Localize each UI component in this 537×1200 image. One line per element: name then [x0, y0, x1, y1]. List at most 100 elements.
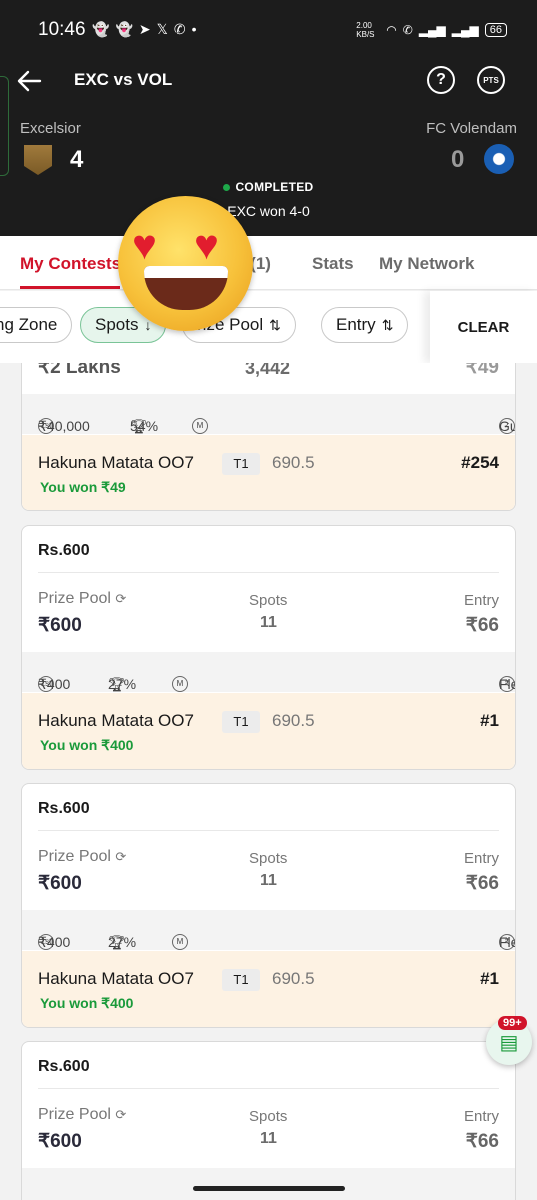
winners-value: 27%	[108, 676, 137, 692]
team-result-row[interactable]: Hakuna Matata OO7 T1 690.5 #1 You won ₹4…	[22, 951, 515, 1027]
contest-info-row: 1st ₹400 🏆︎ 27% M ₹ Flexible	[22, 910, 515, 950]
chat-icon: ▤	[499, 1031, 519, 1054]
wifi-icon: ◠	[386, 23, 397, 37]
snapchat-icon: 👻	[115, 21, 133, 37]
team-left-score: 4	[70, 146, 84, 173]
x-icon: 𝕏	[156, 21, 168, 37]
prize-pool-value: ₹600	[38, 615, 82, 636]
network-speed: 2.00 KB/S	[356, 21, 375, 39]
team-rank: #1	[480, 969, 499, 988]
divider	[38, 572, 499, 573]
mouth	[144, 266, 228, 310]
entry-label: Entry	[463, 592, 499, 609]
spots-value: 3,442	[245, 363, 291, 378]
status-dot-icon	[223, 184, 231, 192]
flexible-prize-icon: ⟳	[115, 591, 127, 606]
flexible-prize-icon: ⟳	[115, 849, 127, 864]
entry-value: ₹66	[465, 615, 499, 636]
first-prize-value: ₹400	[38, 934, 71, 950]
contest-card[interactable]: Rs.600 Prize Pool ⟳ ₹600 Spots 11 Entry …	[21, 1041, 516, 1200]
contest-title: Rs.600	[38, 1058, 90, 1075]
contest-info-row	[22, 1168, 515, 1200]
clear-filters-button[interactable]: CLEAR	[430, 291, 537, 363]
sort-icon: ⇅	[269, 316, 281, 333]
spots-label: Spots	[249, 592, 288, 609]
contest-title: Rs.600	[38, 542, 90, 559]
chat-badge: 99+	[498, 1016, 527, 1030]
winnings: You won ₹400	[40, 995, 134, 1011]
team-rank: #1	[480, 711, 499, 730]
chip-label: Spots	[95, 315, 139, 334]
flexible-prize-icon: ⟳	[115, 1107, 127, 1122]
divider	[38, 1088, 499, 1089]
contest-list: ₹2 Lakhs 3,442 ₹49 1st ₹40,000 🏆︎ 54% M …	[0, 363, 537, 1200]
spots-value: 11	[260, 614, 277, 631]
team-result-row[interactable]: Hakuna Matata OO7 T1 690.5 #1 You won ₹4…	[22, 693, 515, 769]
contest-card[interactable]: Rs.600 Prize Pool ⟳ ₹600 Spots 11 Entry …	[21, 783, 516, 1028]
contest-title: Rs.600	[38, 800, 90, 817]
side-handle	[0, 76, 9, 176]
filter-bar: ng Zone Spots ↓ rize Pool ⇅ Entry ⇅ CLEAR	[0, 291, 537, 363]
prize-pool-value: ₹600	[38, 1131, 82, 1152]
tab-my-contests[interactable]: My Contests	[20, 254, 121, 274]
signal-icon: ▂▄▆	[451, 23, 479, 37]
notification-icons: 👻 👻 ➤ 𝕏 ✆ •	[92, 21, 197, 38]
team-right-name: FC Volendam	[426, 120, 517, 137]
system-icons: 2.00 KB/S ◠ ✆ ▂▄▆ ▂▄▆ 66	[356, 21, 507, 39]
whatsapp-icon: ✆	[173, 21, 186, 37]
first-prize-value: ₹40,000	[38, 418, 90, 434]
filter-chip-entry[interactable]: Entry ⇅	[321, 307, 409, 343]
team-name: Hakuna Matata OO7	[38, 969, 194, 988]
excelsior-logo-icon	[24, 145, 52, 175]
team-points: 690.5	[272, 711, 315, 730]
spots-value: 11	[260, 1130, 277, 1147]
sort-icon: ⇅	[381, 316, 394, 333]
winners-value: 27%	[108, 934, 137, 950]
battery-icon: 66	[484, 23, 507, 37]
match-result: EXC won 4-0	[227, 203, 310, 219]
points-system-icon[interactable]: PTS	[477, 66, 505, 94]
filter-chip-zone[interactable]: ng Zone	[0, 307, 73, 343]
team-tag: T1	[222, 453, 260, 475]
prize-pool-label: Prize Pool ⟳	[38, 848, 127, 865]
match-header: EXC vs VOL ? PTS Excelsior 4 FC Volendam…	[0, 60, 537, 236]
contest-card[interactable]: ₹2 Lakhs 3,442 ₹49 1st ₹40,000 🏆︎ 54% M …	[21, 363, 516, 511]
chip-label: Entry	[336, 315, 376, 334]
clock: 10:46	[38, 19, 86, 40]
help-icon[interactable]: ?	[427, 66, 455, 94]
team-rank: #254	[461, 453, 499, 472]
call-icon: ✆	[402, 23, 413, 37]
page-title: EXC vs VOL	[74, 70, 173, 89]
gesture-bar[interactable]	[193, 1186, 345, 1191]
contest-card[interactable]: Rs.600 Prize Pool ⟳ ₹600 Spots 11 Entry …	[21, 525, 516, 770]
team-right-score: 0	[451, 146, 465, 173]
signal-icon: ▂▄▆	[418, 23, 446, 37]
winnings: You won ₹49	[40, 479, 126, 495]
team-points: 690.5	[272, 969, 315, 988]
telegram-icon: ➤	[138, 21, 151, 37]
team-name: Hakuna Matata OO7	[38, 453, 194, 472]
first-prize-value: ₹400	[38, 676, 71, 692]
heart-eye-icon: ♥	[194, 221, 219, 268]
contest-type-label: Flexible	[499, 676, 515, 692]
tab-stats[interactable]: Stats	[312, 254, 354, 274]
contest-type-label: Flexible	[499, 934, 515, 950]
entry-value: ₹66	[465, 873, 499, 894]
back-arrow-icon[interactable]	[14, 66, 44, 96]
winners-value: 54%	[130, 418, 159, 434]
active-tab-indicator	[20, 286, 120, 289]
contest-type-label: Guaranteed	[499, 418, 516, 434]
prize-pool-label: Prize Pool ⟳	[38, 1106, 127, 1123]
tab-bar: My Contests s (1) Stats My Network	[0, 236, 537, 290]
team-result-row[interactable]: Hakuna Matata OO7 T1 690.5 #254 You won …	[22, 435, 515, 510]
winnings: You won ₹400	[40, 737, 134, 753]
spots-label: Spots	[249, 850, 288, 867]
tab-my-network[interactable]: My Network	[379, 254, 474, 274]
chip-label: ng Zone	[0, 315, 58, 334]
dot-icon: •	[191, 21, 197, 37]
entry-label: Entry	[463, 850, 499, 867]
entry-value: ₹66	[465, 1131, 499, 1152]
prize-pool-label: Prize Pool ⟳	[38, 590, 127, 607]
entry-value: ₹49	[465, 363, 499, 378]
heart-eyes-emoji-icon: ♥ ♥	[118, 196, 253, 331]
